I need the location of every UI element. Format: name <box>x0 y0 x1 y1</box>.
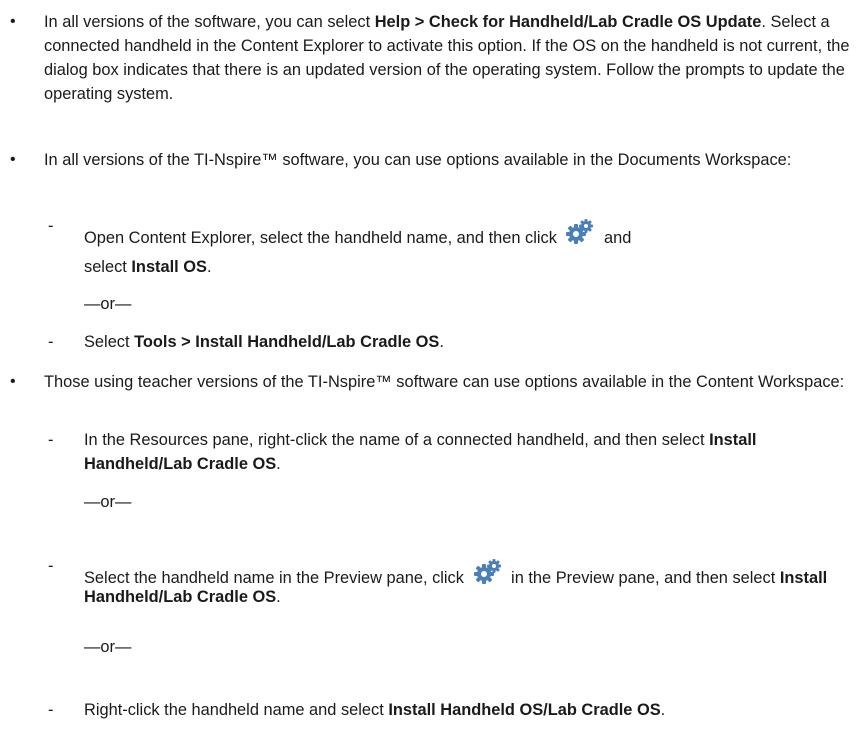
text-run: in the Preview pane, and then select <box>506 569 780 587</box>
gear-icon <box>473 557 503 587</box>
sub-item-content-explorer: - Open Content Explorer, select the hand… <box>48 217 844 248</box>
paragraph-text: Those using teacher versions of the TI-N… <box>44 373 845 391</box>
text-run: and <box>599 229 632 247</box>
text-run: Open Content Explorer, select the handhe… <box>84 229 562 247</box>
paragraph-text: In all versions of the TI-Nspire™ softwa… <box>44 151 792 169</box>
or-separator: —or— <box>84 638 132 656</box>
menu-path: Help > Check for Handheld/Lab Cradle OS … <box>374 13 762 31</box>
menu-item-install-handheld-os: Install Handheld OS/Lab Cradle OS <box>388 701 661 719</box>
sub-item-resources-pane: - In the Resources pane, right-click the… <box>48 428 844 476</box>
sub-item-right-click: - Right-click the handheld name and sele… <box>48 698 860 722</box>
or-separator: —or— <box>84 493 132 511</box>
dash-symbol: - <box>48 557 54 575</box>
text-run: In all versions of the software, you can… <box>44 13 375 31</box>
or-separator: —or— <box>84 295 132 313</box>
dash-symbol: - <box>48 217 54 235</box>
dash-symbol: - <box>48 333 54 351</box>
bullet-item-content-workspace: • Those using teacher versions of the TI… <box>10 370 856 394</box>
bullet-symbol: • <box>10 373 16 390</box>
bullet-symbol: • <box>10 13 16 30</box>
text-run: Select the handheld name in the Preview … <box>84 569 469 587</box>
menu-path: Tools > Install Handheld/Lab Cradle OS <box>134 333 440 351</box>
sub-item-tools-menu: - Select Tools > Install Handheld/Lab Cr… <box>48 330 863 354</box>
bullet-symbol: • <box>10 151 16 168</box>
text-run: In the Resources pane, right-click the n… <box>84 431 710 449</box>
dash-symbol: - <box>48 701 54 719</box>
bullet-item-documents-workspace: • In all versions of the TI-Nspire™ soft… <box>10 148 856 172</box>
document-page: • In all versions of the software, you c… <box>0 0 863 732</box>
text-run: . <box>660 701 666 719</box>
text-run: . <box>276 455 281 473</box>
sub-item-content-explorer-line2: andselect Install OS. <box>84 258 212 276</box>
paragraph-text: In all versions of the software, you can… <box>44 13 850 103</box>
sub-item-preview-pane: - Select the handheld name in the Previe… <box>48 557 844 607</box>
text-run: . <box>439 333 444 351</box>
gear-icon <box>565 217 595 247</box>
text-run: Select <box>84 333 135 351</box>
text-run: Right-click the handheld name and select <box>84 701 389 719</box>
bullet-item-check-update: • In all versions of the software, you c… <box>10 10 856 106</box>
menu-item-install-os: Install OS <box>131 258 207 276</box>
dash-symbol: - <box>48 431 54 449</box>
text-run: . <box>276 588 281 606</box>
